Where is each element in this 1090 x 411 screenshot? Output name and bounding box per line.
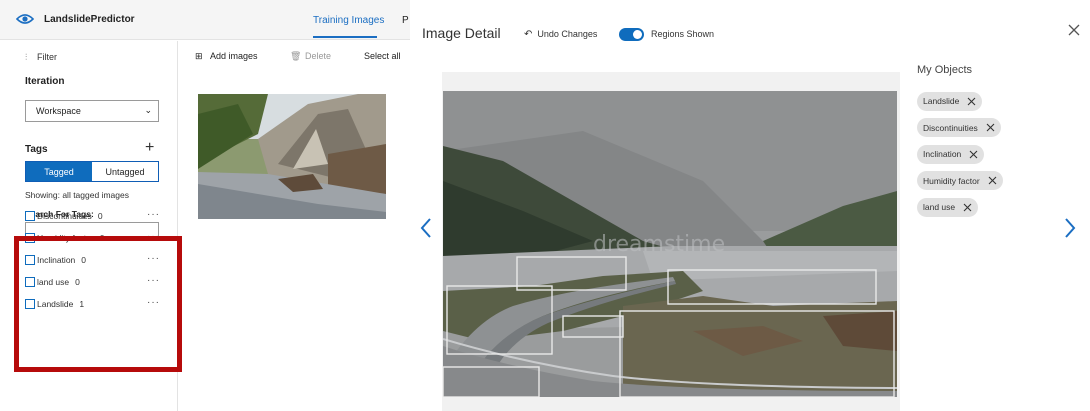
- toggle-knob: [633, 30, 642, 39]
- remove-tag-icon[interactable]: [986, 123, 995, 132]
- tag-count: 0: [97, 211, 103, 221]
- add-tag-icon[interactable]: +: [145, 140, 154, 156]
- delete-button[interactable]: 🗑︎ Delete: [290, 51, 331, 62]
- remove-tag-icon[interactable]: [988, 176, 997, 185]
- filter-label: Filter: [37, 52, 57, 62]
- eye-logo-icon: [16, 14, 34, 24]
- lake-road-photo: dreamstime: [443, 91, 897, 397]
- project-name: LandslidePredictor: [44, 14, 135, 25]
- tag-name: Discontinuities: [37, 211, 92, 221]
- tag-row-discontinuities[interactable]: Discontinuities 0 ···: [25, 209, 165, 232]
- chevron-down-icon: ⌄: [144, 105, 152, 115]
- chevron-left-icon[interactable]: [420, 217, 432, 239]
- detail-image[interactable]: dreamstime: [443, 91, 897, 397]
- object-chip: Landslide: [917, 91, 983, 111]
- regions-toggle[interactable]: [619, 28, 644, 41]
- select-all-button[interactable]: Select all: [364, 51, 401, 61]
- object-chip-label: land use: [923, 202, 956, 212]
- object-chip: Inclination: [917, 144, 985, 164]
- showing-status: Showing: all tagged images: [25, 190, 129, 200]
- iteration-value: Workspace: [36, 106, 81, 116]
- undo-changes-button[interactable]: ↶ Undo Changes: [524, 29, 597, 40]
- tab-next[interactable]: P: [402, 15, 409, 26]
- image-detail-modal: Image Detail ↶ Undo Changes Regions Shown: [410, 0, 1090, 411]
- landslide-thumbnail-image: [198, 94, 386, 219]
- iteration-label: Iteration: [25, 76, 65, 87]
- more-options-icon[interactable]: ···: [147, 209, 160, 220]
- object-chip: land use: [917, 197, 979, 217]
- image-thumbnail[interactable]: [198, 94, 386, 219]
- add-image-icon: ⊞: [195, 51, 203, 61]
- tag-filter-toggle: Tagged Untagged: [25, 161, 159, 182]
- tags-heading: Tags: [25, 144, 48, 155]
- remove-tag-icon[interactable]: [969, 150, 978, 159]
- screenshot-root: LandslidePredictor Training Images P ⫶ Fi…: [0, 0, 1090, 411]
- close-icon[interactable]: [1066, 22, 1082, 38]
- delete-label: Delete: [305, 51, 332, 61]
- regions-shown-label: Regions Shown: [651, 29, 715, 39]
- undo-label: Undo Changes: [537, 29, 598, 39]
- iteration-select[interactable]: Workspace ⌄: [25, 100, 159, 122]
- top-bar: LandslidePredictor Training Images P: [0, 0, 410, 40]
- object-chip-label: Inclination: [923, 149, 962, 159]
- image-gallery: ⊞ Add images 🗑︎ Delete Select all: [179, 41, 410, 411]
- tag-list-highlight-box: [14, 236, 182, 372]
- tagged-button[interactable]: Tagged: [26, 162, 92, 181]
- remove-tag-icon[interactable]: [963, 203, 972, 212]
- trash-icon: 🗑︎: [290, 51, 302, 61]
- filter-icon: ⫶: [25, 52, 28, 62]
- object-chip-label: Humidity factor: [923, 175, 980, 186]
- my-objects-heading: My Objects: [917, 64, 973, 76]
- tag-checkbox[interactable]: [25, 211, 35, 221]
- object-chip-list: Landslide Discontinuities Inclination Hu…: [917, 91, 1003, 224]
- add-images-label: Add images: [210, 51, 258, 61]
- add-images-button[interactable]: ⊞ Add images: [195, 51, 258, 62]
- chevron-right-icon[interactable]: [1064, 217, 1076, 239]
- tab-training-images[interactable]: Training Images: [313, 15, 384, 26]
- active-tab-indicator: [313, 36, 377, 38]
- project-panel: LandslidePredictor Training Images P ⫶ Fi…: [0, 0, 410, 411]
- object-chip-label: Discontinuities: [923, 122, 978, 133]
- watermark-text: dreamstime: [593, 232, 725, 257]
- filter-button[interactable]: ⫶ Filter: [25, 52, 57, 63]
- undo-icon: ↶: [524, 29, 533, 40]
- object-chip: Humidity factor: [917, 171, 1003, 190]
- object-chip-label: Landslide: [923, 96, 960, 106]
- untagged-button[interactable]: Untagged: [92, 162, 158, 181]
- image-detail-title: Image Detail: [422, 25, 501, 41]
- remove-tag-icon[interactable]: [967, 97, 976, 106]
- object-chip: Discontinuities: [917, 118, 1001, 137]
